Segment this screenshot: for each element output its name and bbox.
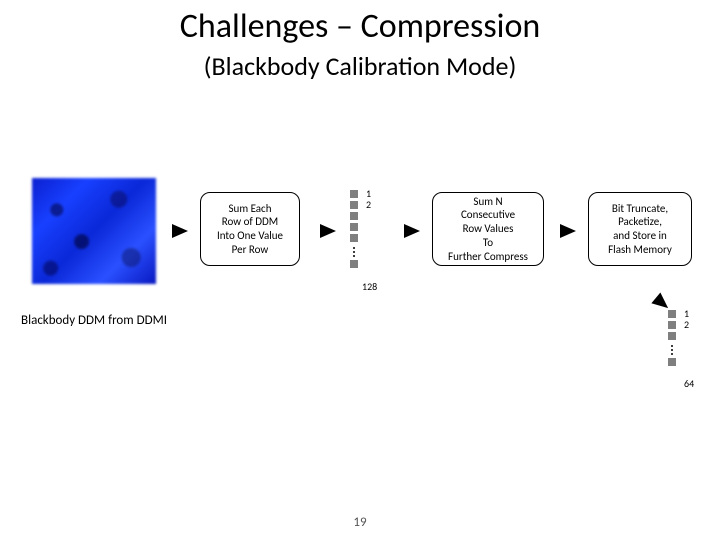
stack-index-bottom: 64 bbox=[684, 378, 694, 389]
stack-index-top: 1 2 bbox=[684, 308, 689, 330]
arrow-icon bbox=[560, 224, 576, 238]
step-box-sum-n: Sum N Consecutive Row Values To Further … bbox=[432, 192, 544, 266]
arrow-icon bbox=[320, 224, 336, 238]
arrow-icon bbox=[172, 224, 188, 238]
arrow-icon bbox=[404, 224, 420, 238]
page-subtitle: (Blackbody Calibration Mode) bbox=[0, 50, 720, 82]
row-vector-128 bbox=[350, 190, 358, 271]
blackbody-ddm-label: Blackbody DDM from DDMI bbox=[20, 314, 168, 329]
step-box-sum-rows: Sum Each Row of DDM Into One Value Per R… bbox=[200, 192, 300, 266]
stack-index-bottom: 128 bbox=[362, 281, 377, 292]
page-title: Challenges – Compression bbox=[0, 6, 720, 47]
blackbody-ddm-image bbox=[32, 178, 156, 284]
step-box-truncate: Bit Truncate, Packetize, and Store in Fl… bbox=[588, 192, 692, 266]
stack-index-top: 1 2 bbox=[366, 188, 371, 210]
page-number: 19 bbox=[0, 515, 720, 530]
row-vector-64 bbox=[668, 310, 676, 369]
